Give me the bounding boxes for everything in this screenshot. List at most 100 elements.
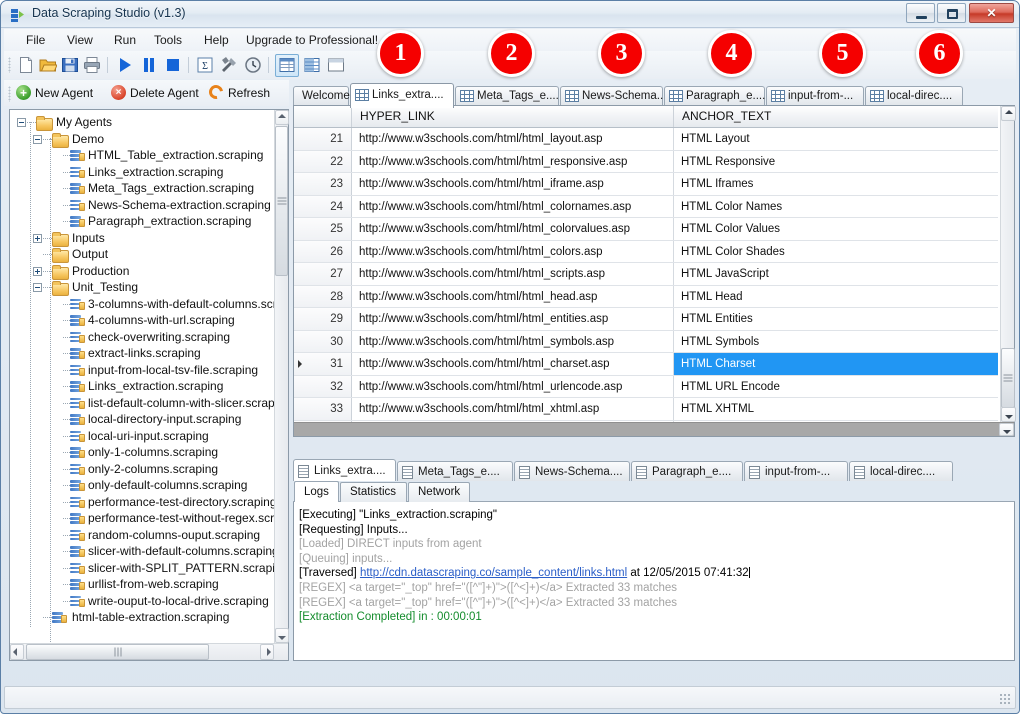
log-tab-5[interactable]: local-direc.... bbox=[849, 461, 953, 481]
open-folder-icon[interactable] bbox=[39, 56, 58, 74]
menu-view[interactable]: View bbox=[59, 32, 101, 49]
row-number-cell[interactable]: 26 bbox=[294, 240, 352, 262]
document-tab-3[interactable]: News-Schema.... bbox=[560, 86, 670, 106]
cell-anchor-text[interactable]: HTML Responsive bbox=[674, 151, 998, 173]
cell-hyper-link[interactable]: http://www.w3schools.com/html/html_urlen… bbox=[352, 375, 674, 397]
new-document-icon[interactable] bbox=[17, 56, 35, 74]
new-agent-button[interactable]: New Agent bbox=[16, 84, 93, 102]
log-tab-2[interactable]: News-Schema.... bbox=[514, 461, 630, 481]
cell-anchor-text[interactable]: HTML Layout bbox=[674, 128, 998, 150]
cell-hyper-link[interactable]: http://www.w3schools.com/html/html_entit… bbox=[352, 308, 674, 330]
pause-icon[interactable] bbox=[140, 56, 158, 74]
stop-icon[interactable] bbox=[164, 56, 182, 74]
tree-scroll-thumb[interactable] bbox=[275, 126, 288, 276]
row-number-cell[interactable]: 30 bbox=[294, 330, 352, 352]
table-row[interactable]: 25 http://www.w3schools.com/html/html_col… bbox=[294, 218, 998, 241]
log-output-text[interactable]: [Executing] "Links_extraction.scraping" [… bbox=[293, 502, 1015, 661]
table-row[interactable]: 29 http://www.w3schools.com/html/html_ent… bbox=[294, 308, 998, 331]
table-row[interactable]: 32 http://www.w3schools.com/html/html_url… bbox=[294, 375, 998, 398]
row-number-cell[interactable]: 33 bbox=[294, 398, 352, 420]
cell-hyper-link[interactable]: http://www.w3schools.com/html/html_scrip… bbox=[352, 263, 674, 285]
row-number-cell[interactable]: 29 bbox=[294, 308, 352, 330]
log-line-link[interactable]: http://cdn.datascraping.co/sample_conten… bbox=[360, 567, 627, 579]
menu-help[interactable]: Help bbox=[196, 32, 237, 49]
log-tab-0[interactable]: Links_extra.... bbox=[293, 459, 396, 481]
cell-anchor-text[interactable]: HTML Head bbox=[674, 286, 998, 308]
tools-icon[interactable] bbox=[220, 56, 238, 74]
tree-scroll-left-button[interactable] bbox=[10, 644, 24, 660]
grid-view-icon[interactable] bbox=[278, 56, 296, 74]
cell-hyper-link[interactable]: http://www.w3schools.com/html/html_layou… bbox=[352, 128, 674, 150]
cell-hyper-link[interactable]: http://www.w3schools.com/html/html_head.… bbox=[352, 285, 674, 307]
cell-hyper-link[interactable]: http://www.w3schools.com/html/html_color… bbox=[352, 218, 674, 240]
cell-anchor-text[interactable]: HTML Color Names bbox=[674, 196, 998, 218]
table-row[interactable]: 22 http://www.w3schools.com/html/html_res… bbox=[294, 150, 998, 173]
print-icon[interactable] bbox=[83, 56, 101, 74]
sigma-icon[interactable]: Σ bbox=[196, 56, 214, 74]
maximize-button[interactable] bbox=[937, 3, 966, 23]
table-row[interactable]: 23 http://www.w3schools.com/html/html_ifr… bbox=[294, 173, 998, 196]
row-number-cell[interactable]: 25 bbox=[294, 218, 352, 240]
row-number-cell[interactable]: 27 bbox=[294, 263, 352, 285]
toolbar-grip[interactable] bbox=[8, 57, 11, 73]
close-button[interactable]: ✕ bbox=[969, 3, 1014, 23]
cell-hyper-link[interactable]: http://www.w3schools.com/html/html_respo… bbox=[352, 150, 674, 172]
collapse-icon[interactable] bbox=[17, 118, 26, 127]
agents-tree[interactable]: My Agents Demo HTML_Table_extraction.scrap… bbox=[10, 110, 274, 642]
document-tab-1[interactable]: Links_extra.... bbox=[350, 83, 454, 108]
table-row[interactable]: 30 http://www.w3schools.com/html/html_sym… bbox=[294, 330, 998, 353]
menu-file[interactable]: File bbox=[18, 32, 53, 49]
minimize-button[interactable] bbox=[906, 3, 935, 23]
table-row[interactable]: 21 http://www.w3schools.com/html/html_lay… bbox=[294, 128, 998, 151]
cell-anchor-text[interactable]: HTML Color Values bbox=[674, 218, 998, 240]
sub-tab-logs[interactable]: Logs bbox=[294, 481, 339, 502]
table-row[interactable]: 26 http://www.w3schools.com/html/html_col… bbox=[294, 240, 998, 263]
table-row[interactable]: 33 http://www.w3schools.com/html/html_xht… bbox=[294, 398, 998, 421]
document-tab-5[interactable]: input-from-... bbox=[766, 86, 864, 106]
tree-scroll-right-button[interactable] bbox=[260, 644, 274, 660]
collapse-icon[interactable] bbox=[33, 283, 42, 292]
menu-upgrade[interactable]: Upgrade to Professional! bbox=[238, 32, 386, 49]
cell-anchor-text[interactable]: HTML Entities bbox=[674, 308, 998, 330]
tree-scroll-up-button[interactable] bbox=[275, 110, 289, 125]
document-tab-2[interactable]: Meta_Tags_e.... bbox=[455, 86, 559, 106]
layout-view-icon[interactable] bbox=[327, 56, 345, 74]
delete-agent-button[interactable]: Delete Agent bbox=[111, 84, 199, 102]
sub-tab-network[interactable]: Network bbox=[408, 482, 470, 502]
table-view-icon[interactable] bbox=[303, 56, 321, 74]
sub-tab-statistics[interactable]: Statistics bbox=[340, 482, 407, 502]
grid-vertical-scrollbar[interactable] bbox=[1000, 106, 1016, 422]
save-icon[interactable] bbox=[61, 56, 79, 74]
cell-anchor-text[interactable]: HTML URL Encode bbox=[674, 376, 998, 398]
grid-scroll-thumb[interactable] bbox=[1001, 348, 1015, 408]
tree-node[interactable]: My Agents bbox=[10, 114, 274, 131]
document-tab-6[interactable]: local-direc.... bbox=[865, 86, 963, 106]
cell-hyper-link[interactable]: http://www.w3schools.com/html/html_color… bbox=[352, 240, 674, 262]
clock-icon[interactable] bbox=[244, 56, 262, 74]
row-number-cell[interactable]: 24 bbox=[294, 195, 352, 217]
cell-anchor-text[interactable]: HTML XHTML bbox=[674, 398, 998, 420]
cell-anchor-text[interactable]: HTML Symbols bbox=[674, 331, 998, 353]
row-number-cell[interactable]: 21 bbox=[294, 128, 352, 150]
expand-icon[interactable] bbox=[33, 266, 42, 276]
row-number-cell[interactable]: 23 bbox=[294, 173, 352, 195]
column-header-anchor-text[interactable]: ANCHOR_TEXT bbox=[674, 106, 998, 127]
cell-hyper-link[interactable]: http://www.w3schools.com/html/html_color… bbox=[352, 195, 674, 217]
row-number-cell[interactable]: 32 bbox=[294, 375, 352, 397]
document-tab-0[interactable]: Welcome bbox=[293, 86, 350, 106]
log-tab-3[interactable]: Paragraph_e.... bbox=[631, 461, 743, 481]
refresh-button[interactable]: Refresh bbox=[206, 82, 270, 102]
table-row[interactable]: 27 http://www.w3schools.com/html/html_scr… bbox=[294, 263, 998, 286]
cell-hyper-link[interactable]: http://www.w3schools.com/html/html_ifram… bbox=[352, 173, 674, 195]
cell-hyper-link[interactable]: http://www.w3schools.com/html/html_xhtml… bbox=[352, 398, 674, 420]
collapse-icon[interactable] bbox=[33, 134, 42, 144]
run-icon[interactable] bbox=[116, 56, 134, 74]
actionbar-grip[interactable] bbox=[8, 86, 11, 102]
tree-vertical-scrollbar[interactable] bbox=[274, 110, 289, 660]
cell-anchor-text[interactable]: HTML Charset bbox=[674, 353, 998, 375]
row-number-cell[interactable]: 22 bbox=[294, 150, 352, 172]
menu-run[interactable]: Run bbox=[106, 32, 144, 49]
expand-icon[interactable] bbox=[33, 233, 42, 243]
tree-horizontal-scrollbar[interactable] bbox=[10, 643, 288, 660]
menu-tools[interactable]: Tools bbox=[146, 32, 190, 49]
